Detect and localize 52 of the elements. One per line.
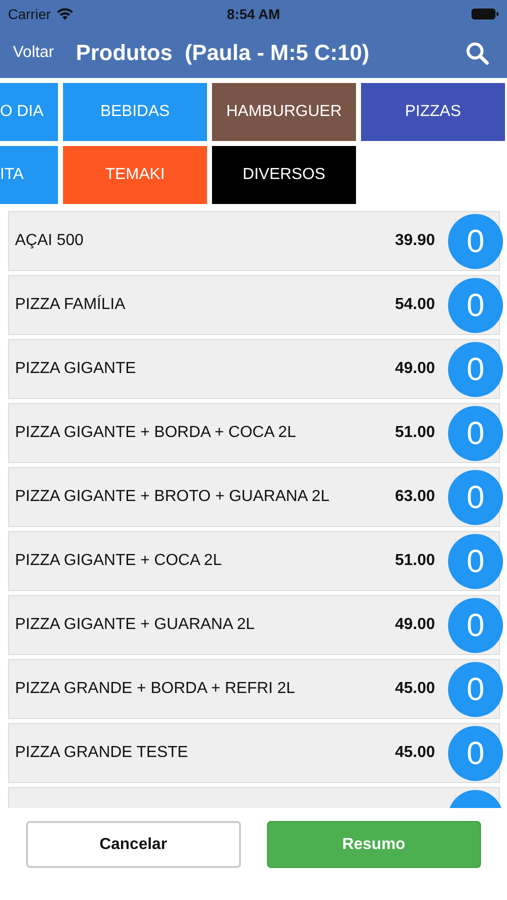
product-price: 45.00 (394, 680, 435, 698)
product-name: PIZZA GRANDE + BORDA + REFRI 2L (15, 680, 296, 698)
wifi-icon (56, 8, 73, 20)
category-tab[interactable]: BEBIDAS (63, 83, 207, 141)
quantity-button[interactable]: 0 (448, 278, 503, 333)
product-name: PIZZA FAMÍLIA (15, 296, 126, 314)
product-row[interactable]: PIZZA GIGANTE + BORDA + COCA 2L 51.00 0 (8, 403, 500, 463)
product-price: 51.00 (394, 552, 435, 570)
product-name: PIZZA GIGANTE + BROTO + GUARANA 2L (15, 488, 330, 506)
quantity-button[interactable]: 0 (448, 342, 503, 397)
category-tab[interactable]: TEMAKI (63, 146, 207, 204)
page-title: Produtos (Paula - M:5 C:10) (76, 40, 370, 66)
product-name: PIZZA GIGANTE (15, 360, 136, 378)
product-row[interactable]: PIZZA GRANDE + BORDA + REFRI 2L 45.00 0 (8, 659, 500, 719)
quantity-button[interactable]: 0 (448, 214, 503, 269)
quantity-button[interactable]: 0 (448, 662, 503, 717)
battery-icon (471, 8, 499, 20)
category-tab[interactable]: HAMBURGUER (212, 83, 356, 141)
category-tab[interactable]: ITA (0, 146, 58, 204)
product-row[interactable]: PIZZA GIGANTE + COCA 2L 51.00 0 (8, 531, 500, 591)
category-tab[interactable]: PIZZAS (361, 83, 505, 141)
quantity-button[interactable]: 0 (448, 726, 503, 781)
product-name: PIZZA GIGANTE + GUARANA 2L (15, 616, 255, 634)
product-name: AÇAI 500 (15, 232, 84, 250)
product-row[interactable]: PIZZA GIGANTE 49.00 0 (8, 339, 500, 399)
product-row[interactable]: AÇAI 500 39.90 0 (8, 211, 500, 271)
cancel-button[interactable]: Cancelar (26, 821, 240, 868)
product-row[interactable]: PIZZA GIGANTE + GUARANA 2L 49.00 0 (8, 595, 500, 655)
product-price: 49.00 (394, 360, 435, 378)
quantity-button[interactable]: 0 (448, 598, 503, 653)
category-tab[interactable]: DIVERSOS (212, 146, 356, 204)
product-name: PIZZA GIGANTE + COCA 2L (15, 552, 222, 570)
category-tab[interactable]: O DIA (0, 83, 58, 141)
product-name: PIZZA GIGANTE + BORDA + COCA 2L (15, 424, 296, 442)
search-icon[interactable] (465, 41, 489, 65)
carrier-label: Carrier (8, 6, 51, 22)
clock-time: 8:54 AM (226, 6, 280, 22)
product-price: 45.00 (394, 744, 435, 762)
product-price: 51.00 (394, 424, 435, 442)
back-button[interactable]: Voltar (13, 44, 54, 62)
product-price: 39.90 (394, 232, 435, 250)
product-row[interactable]: PIZZA GIGANTE + BROTO + GUARANA 2L 63.00 0 (8, 467, 500, 527)
quantity-button[interactable]: 0 (448, 534, 503, 589)
product-price: 63.00 (394, 488, 435, 506)
product-row[interactable]: PIZZA FAMÍLIA 54.00 0 (8, 275, 500, 335)
product-row[interactable]: PIZZA GRANDE TESTE 45.00 0 (8, 723, 500, 783)
product-price: 49.00 (394, 616, 435, 634)
quantity-button[interactable]: 0 (448, 406, 503, 461)
product-name: PIZZA GRANDE TESTE (15, 744, 188, 762)
summary-button[interactable]: Resumo (266, 821, 481, 868)
product-price: 54.00 (394, 296, 435, 314)
quantity-button[interactable]: 0 (448, 470, 503, 525)
